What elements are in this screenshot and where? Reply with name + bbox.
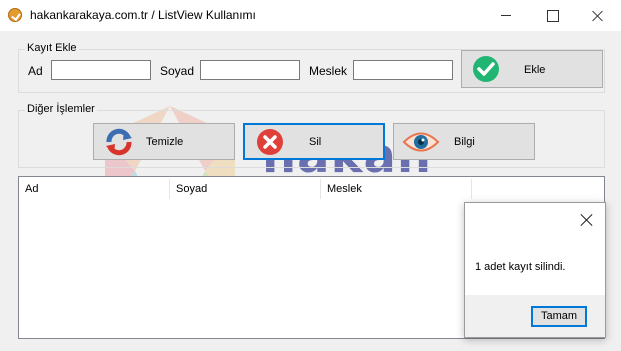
- minimize-button[interactable]: [483, 0, 529, 31]
- message-footer: Tamam: [465, 295, 605, 337]
- delete-icon: [257, 129, 283, 155]
- sil-button[interactable]: Sil: [243, 123, 385, 160]
- window-title: hakankarakaya.com.tr / ListView Kullanım…: [30, 8, 256, 22]
- refresh-icon: [106, 128, 132, 156]
- message-box: 1 adet kayıt silindi. Tamam: [464, 202, 606, 338]
- ad-label: Ad: [28, 64, 43, 78]
- ekle-button[interactable]: Ekle: [461, 50, 603, 88]
- main-window: hakankarakaya.com.tr / ListView Kullanım…: [0, 0, 621, 351]
- column-separator[interactable]: [471, 179, 472, 199]
- checkmark-icon: [473, 56, 499, 82]
- bilgi-button[interactable]: Bilgi: [393, 123, 535, 160]
- close-window-button[interactable]: [575, 0, 621, 31]
- kayit-ekle-group-label: Kayıt Ekle: [25, 42, 79, 54]
- meslek-label: Meslek: [309, 64, 348, 78]
- soyad-label: Soyad: [160, 64, 195, 78]
- message-text: 1 adet kayıt silindi.: [475, 261, 566, 273]
- soyad-input[interactable]: [200, 60, 300, 80]
- sil-button-label: Sil: [309, 136, 322, 148]
- ad-input[interactable]: [51, 60, 151, 80]
- column-header-soyad[interactable]: Soyad: [170, 177, 320, 201]
- title-bar: hakankarakaya.com.tr / ListView Kullanım…: [0, 0, 621, 31]
- column-header-meslek[interactable]: Meslek: [321, 177, 471, 201]
- temizle-button-label: Temizle: [146, 136, 184, 148]
- app-icon: [8, 8, 22, 22]
- meslek-input[interactable]: [353, 60, 453, 80]
- ekle-button-label: Ekle: [524, 64, 546, 76]
- eye-icon: [402, 132, 440, 152]
- diger-islemler-group-label: Diğer İşlemler: [25, 103, 97, 115]
- column-header-ad[interactable]: Ad: [19, 177, 169, 201]
- bilgi-button-label: Bilgi: [454, 136, 475, 148]
- maximize-button[interactable]: [529, 0, 575, 31]
- close-icon[interactable]: [580, 213, 594, 227]
- tamam-button[interactable]: Tamam: [531, 306, 587, 327]
- temizle-button[interactable]: Temizle: [93, 123, 235, 160]
